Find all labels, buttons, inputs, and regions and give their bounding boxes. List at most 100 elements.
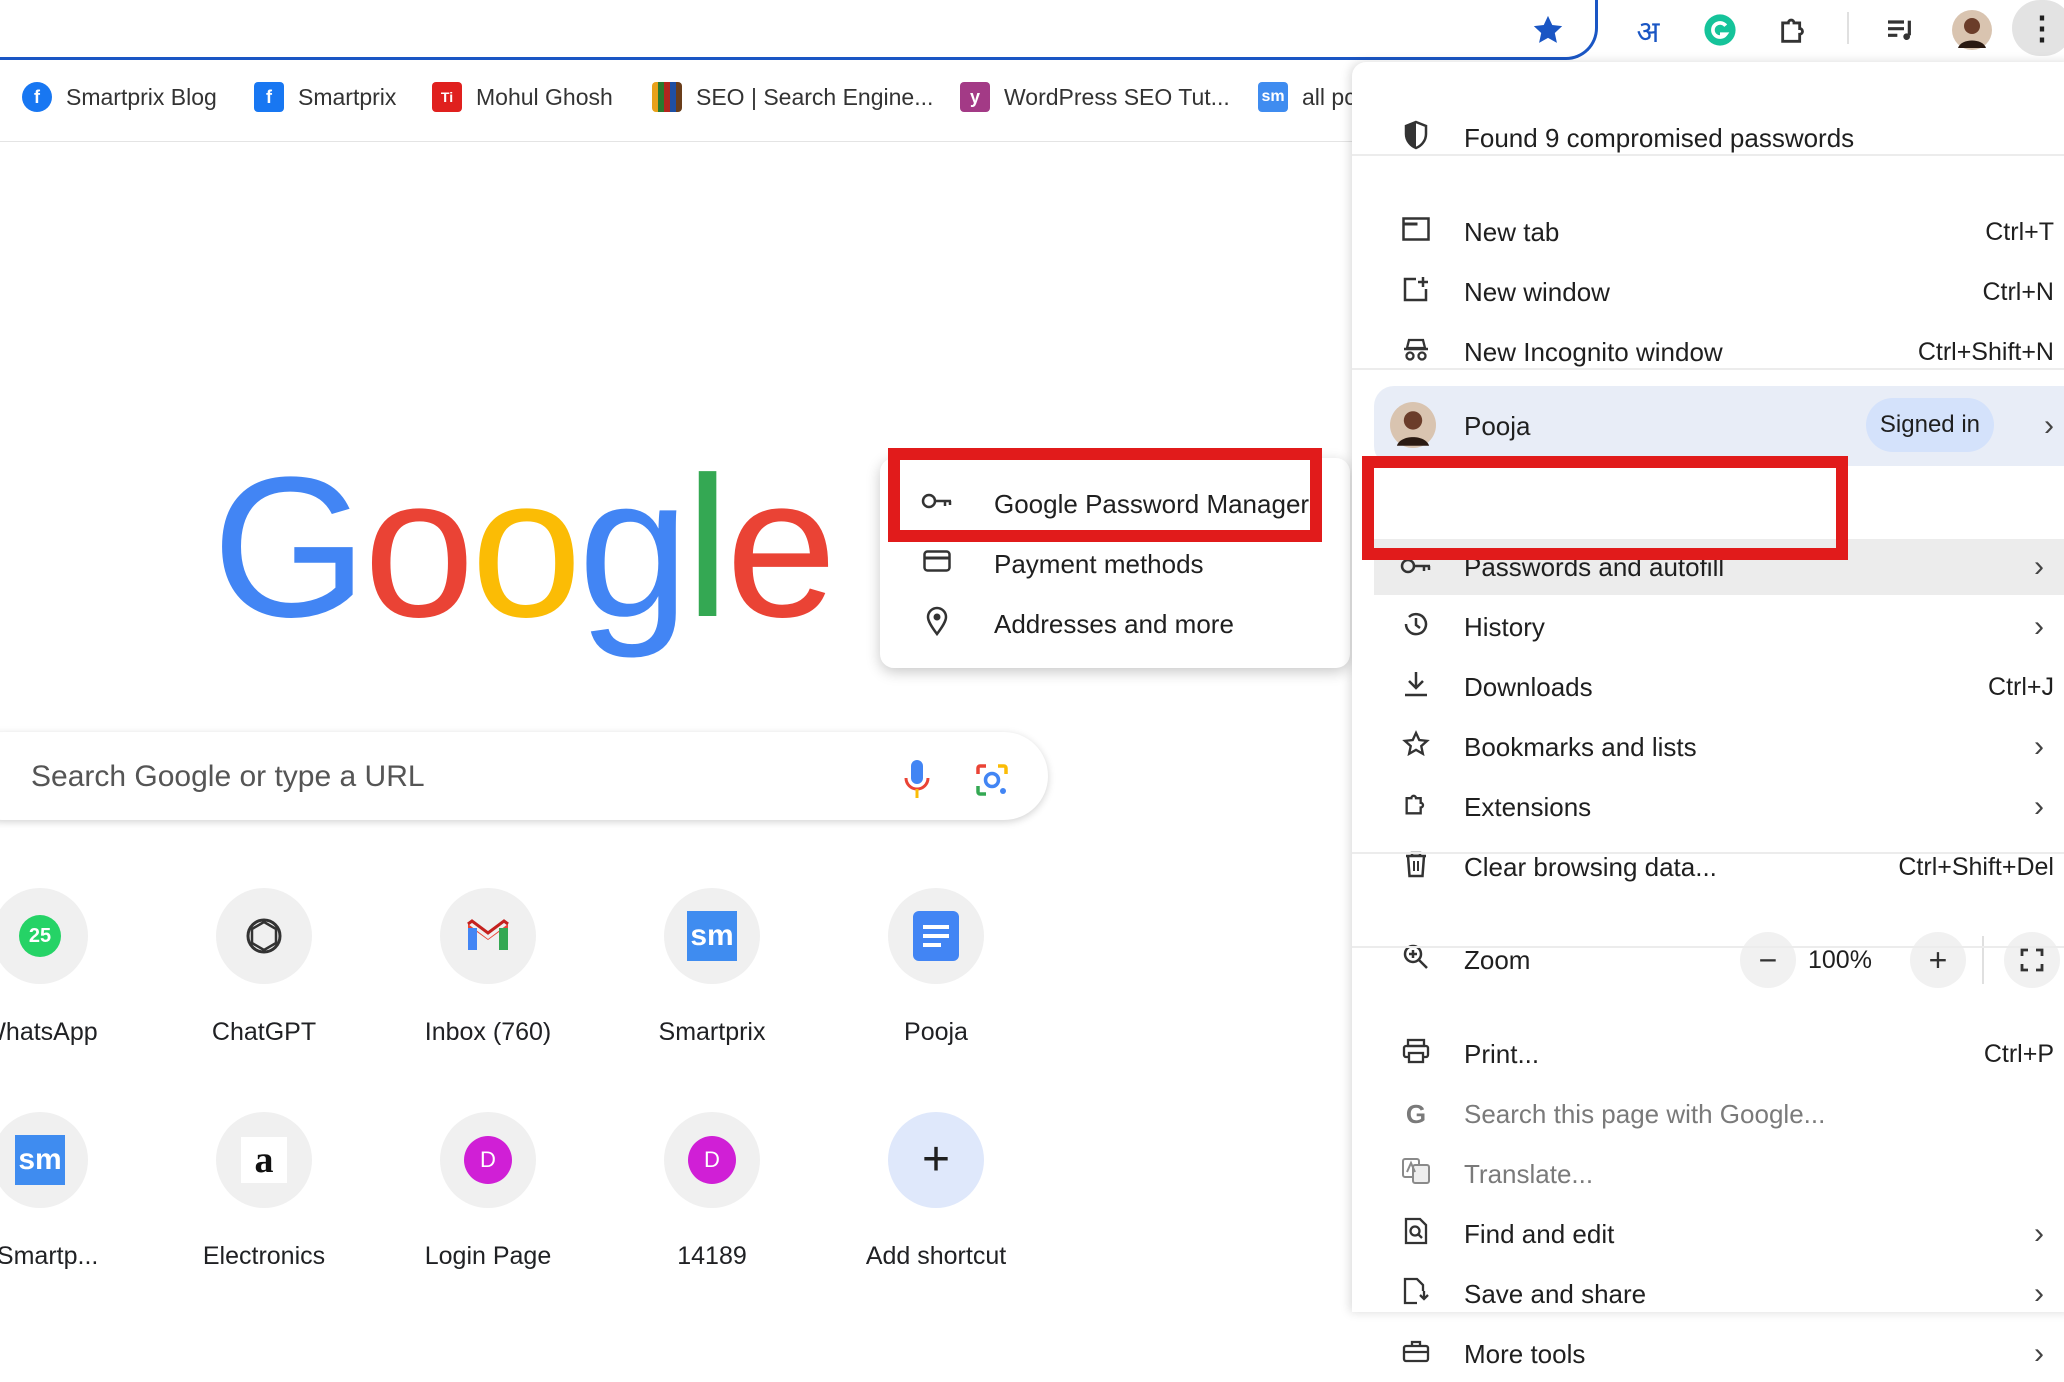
bookmark-smartprix[interactable]: f Smartprix <box>254 82 396 112</box>
new-incognito-item[interactable]: New Incognito window Ctrl+Shift+N <box>1352 324 2064 380</box>
shortcut-chatgpt[interactable]: ChatGPT <box>164 888 364 1047</box>
gmail-icon <box>440 888 536 984</box>
chevron-right-icon: › <box>2034 1217 2044 1250</box>
menu-label: New window <box>1464 276 1610 307</box>
smartprix-badge: sm <box>687 911 737 961</box>
shortcut-electronics[interactable]: a Electronics <box>164 1112 364 1271</box>
payment-methods-item[interactable]: Payment methods <box>920 536 1204 592</box>
add-shortcut-button[interactable]: + Add shortcut <box>836 1112 1036 1271</box>
compromised-passwords-alert[interactable]: Found 9 compromised passwords <box>1352 110 2064 166</box>
letter-badge: D <box>688 1136 736 1184</box>
submenu-label: Addresses and more <box>994 608 1234 639</box>
menu-label: Search this page with Google... <box>1464 1098 1826 1129</box>
profile-avatar[interactable] <box>1950 8 1994 52</box>
facebook-icon: f <box>22 82 52 112</box>
menu-label: History <box>1464 611 1545 642</box>
google-lens-icon[interactable] <box>972 760 1012 800</box>
menu-label: Find and edit <box>1464 1218 1615 1249</box>
smartprix-icon: sm <box>0 1112 88 1208</box>
new-tab-item[interactable]: New tab Ctrl+T <box>1352 204 2064 260</box>
bookmarks-and-lists-item[interactable]: Bookmarks and lists › <box>1352 719 2064 775</box>
fullscreen-button[interactable] <box>2004 932 2060 988</box>
shortcut-key: Ctrl+T <box>1985 217 2054 246</box>
bookmark-label: Smartprix <box>298 83 397 110</box>
zoom-row: Zoom − 100% + <box>1352 932 2064 988</box>
shortcut-login-page[interactable]: D Login Page <box>388 1112 588 1271</box>
bookmark-label: SEO | Search Engine... <box>696 83 934 110</box>
translate-item[interactable]: Translate... <box>1352 1146 2064 1202</box>
shortcut-inbox[interactable]: Inbox (760) <box>388 888 588 1047</box>
bookmark-star-icon[interactable] <box>1526 8 1570 52</box>
amazon-icon: a <box>216 1112 312 1208</box>
menu-label: New Incognito window <box>1464 336 1723 367</box>
highlight-passwords-and-autofill <box>1362 456 1848 560</box>
chevron-right-icon: › <box>2034 550 2044 583</box>
downloads-item[interactable]: Downloads Ctrl+J <box>1352 659 2064 715</box>
bookmark-smartprix-blog[interactable]: f Smartprix Blog <box>22 82 217 112</box>
menu-separator <box>1352 154 2064 156</box>
new-window-item[interactable]: New window Ctrl+N <box>1352 264 2064 320</box>
profile-row[interactable]: Pooja Signed in › <box>1374 386 2064 466</box>
save-and-share-item[interactable]: Save and share › <box>1352 1266 2064 1322</box>
shortcut-smartprix-2[interactable]: sm ‹ Smartp... <box>0 1112 140 1271</box>
toolbox-icon <box>1398 1339 1434 1370</box>
chrome-menu-button[interactable]: ⋮ <box>2012 0 2064 56</box>
search-input[interactable]: Search Google or type a URL <box>31 760 425 794</box>
bookmark-all-pc[interactable]: sm all pc <box>1258 82 1352 112</box>
bookmark-wordpress-seo[interactable]: y WordPress SEO Tut... <box>960 82 1230 112</box>
zoom-in-button[interactable]: + <box>1910 932 1966 988</box>
zoom-out-button[interactable]: − <box>1740 932 1796 988</box>
shield-icon <box>1398 120 1434 157</box>
grammarly-icon[interactable] <box>1698 8 1742 52</box>
addresses-item[interactable]: Addresses and more <box>920 596 1234 652</box>
shortcut-smartprix[interactable]: sm Smartprix <box>612 888 812 1047</box>
bookmark-seo[interactable]: SEO | Search Engine... <box>652 82 933 112</box>
extensions-puzzle-icon[interactable] <box>1772 8 1816 52</box>
letter-d-icon: D <box>440 1112 536 1208</box>
chevron-right-icon: › <box>2034 610 2044 643</box>
menu-label: Clear browsing data... <box>1464 851 1717 882</box>
extensions-item[interactable]: Extensions › <box>1352 779 2064 835</box>
chrome-menu: Found 9 compromised passwords New tab Ct… <box>1352 62 2064 1370</box>
more-tools-item[interactable]: More tools › <box>1352 1326 2064 1382</box>
clear-browsing-data-item[interactable]: Clear browsing data... Ctrl+Shift+Del <box>1352 839 2064 895</box>
bookmark-mohul-ghosh[interactable]: Ti Mohul Ghosh <box>432 82 613 112</box>
trash-icon <box>1398 850 1434 885</box>
translate-hindi-icon[interactable]: अ <box>1626 8 1670 52</box>
shortcut-label: ‹ Smartp... <box>0 1242 99 1270</box>
shortcut-label: Pooja <box>904 1018 968 1046</box>
menu-label: More tools <box>1464 1338 1586 1369</box>
new-tab-icon <box>1398 216 1434 248</box>
menu-label: Bookmarks and lists <box>1464 731 1697 762</box>
shortcut-key: Ctrl+N <box>1982 277 2054 306</box>
media-queue-icon[interactable] <box>1878 8 1922 52</box>
shortcut-whatsapp[interactable]: 25 WhatsApp <box>0 888 140 1047</box>
shortcut-pooja[interactable]: Pooja <box>836 888 1036 1047</box>
smartprix-icon: sm <box>1258 82 1288 112</box>
history-item[interactable]: History › <box>1352 599 2064 655</box>
find-and-edit-item[interactable]: Find and edit › <box>1352 1206 2064 1262</box>
shortcut-14189[interactable]: D 14189 <box>612 1112 812 1271</box>
toolbar-separator <box>1847 12 1849 44</box>
voice-search-icon[interactable] <box>902 758 932 800</box>
print-item[interactable]: Print... Ctrl+P <box>1352 1026 2064 1082</box>
whatsapp-badge: 25 <box>19 915 61 957</box>
logo-letter: o <box>470 436 582 659</box>
shortcut-label: WhatsApp <box>0 1018 98 1046</box>
menu-label: Print... <box>1464 1038 1540 1069</box>
zoom-divider <box>1982 936 1984 984</box>
menu-separator <box>1352 852 2064 854</box>
menu-separator <box>1352 946 2064 948</box>
chevron-right-icon: › <box>2034 1277 2044 1310</box>
logo-letter: l <box>685 436 729 659</box>
extensions-puzzle-icon <box>1398 790 1434 825</box>
yoast-icon: y <box>960 82 990 112</box>
save-share-icon <box>1398 1277 1434 1312</box>
plus-glyph: + <box>921 1133 951 1186</box>
shortcut-key: Ctrl+J <box>1988 672 2054 701</box>
search-page-with-google-item[interactable]: G Search this page with Google... <box>1352 1086 2064 1142</box>
chatgpt-icon <box>216 888 312 984</box>
address-bar-edge[interactable] <box>0 0 1598 60</box>
highlight-password-manager <box>888 448 1322 542</box>
menu-label: New tab <box>1464 216 1560 247</box>
